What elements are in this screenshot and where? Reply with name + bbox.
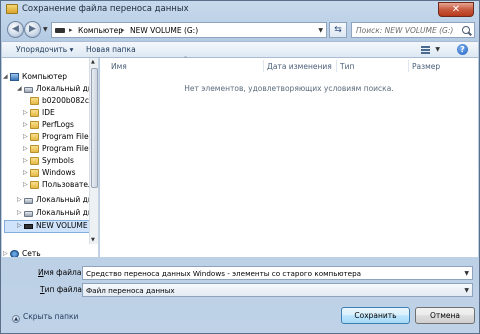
folder-icon: [30, 109, 39, 117]
column-header-name[interactable]: Имя: [111, 62, 127, 71]
title-bar: Сохранение файла переноса данных ✕: [1, 1, 479, 19]
column-divider[interactable]: [336, 60, 337, 72]
collapse-icon[interactable]: ◢: [3, 73, 8, 80]
search-placeholder: Поиск: NEW VOLUME (G:): [356, 26, 454, 35]
close-button[interactable]: ✕: [438, 2, 474, 17]
filename-label-text: мя файла:: [43, 268, 84, 277]
nav-vertical-scrollbar[interactable]: ▲ ▼: [89, 58, 98, 244]
drive-icon: [24, 211, 33, 217]
app-icon: [6, 4, 18, 14]
breadcrumb-computer[interactable]: Компьютер: [78, 26, 123, 35]
drive-icon: [24, 224, 33, 229]
tree-item-label: Symbols: [42, 156, 74, 165]
filetype-label-text: ип файла:: [44, 285, 85, 294]
filename-field[interactable]: Средство переноса данных Windows - элеме…: [82, 266, 473, 280]
expand-icon[interactable]: ▷: [17, 209, 22, 216]
folder-icon: [30, 97, 39, 105]
empty-folder-message: Нет элементов, удовлетворяющих условиям …: [184, 84, 394, 93]
save-button[interactable]: Сохранить: [341, 307, 410, 324]
address-dropdown-icon[interactable]: ▼: [318, 27, 323, 34]
filename-value: Средство переноса данных Windows - элеме…: [86, 269, 362, 278]
hide-folders-button[interactable]: ▲ Скрыть папки: [12, 312, 78, 323]
forward-button[interactable]: ▶: [24, 21, 41, 38]
scrollbar-thumb[interactable]: [91, 68, 98, 188]
folder-icon: [30, 133, 39, 141]
expand-icon[interactable]: ▷: [3, 250, 8, 257]
filetype-select[interactable]: Файл переноса данных ▼: [82, 283, 473, 297]
column-header-date[interactable]: Дата изменения: [267, 62, 332, 71]
filename-dropdown-icon[interactable]: ▼: [464, 270, 469, 277]
breadcrumb-separator-icon[interactable]: ▸: [69, 26, 73, 34]
computer-icon: [10, 73, 19, 81]
column-header-type[interactable]: Тип: [340, 62, 354, 71]
scroll-up-icon[interactable]: ▲: [91, 59, 95, 65]
cancel-button[interactable]: Отмена: [415, 307, 475, 324]
tree-item-label: Windows: [42, 168, 76, 177]
tree-item-label: PerfLogs: [42, 120, 74, 129]
folder-icon: [30, 145, 39, 153]
column-divider[interactable]: [263, 60, 264, 72]
folder-icon: [30, 169, 39, 177]
tree-item-label: IDE: [42, 108, 55, 117]
search-input[interactable]: Поиск: NEW VOLUME (G:): [351, 22, 475, 38]
expand-icon[interactable]: ▷: [23, 157, 28, 164]
recent-pages-dropdown-icon[interactable]: ▼: [43, 26, 48, 33]
breadcrumb-new-volume[interactable]: NEW VOLUME (G:): [130, 26, 198, 35]
file-list-pane[interactable]: ^ Имя Дата изменения Тип Размер Нет элем…: [100, 56, 478, 257]
navigation-bar: ◀ ▶ ▼ ▸ Компьютер ▸ NEW VOLUME (G:) ▼ ⇆ …: [5, 21, 477, 41]
save-dialog-window: Сохранение файла переноса данных ✕ ◀ ▶ ▼…: [0, 0, 480, 334]
address-bar[interactable]: ▸ Компьютер ▸ NEW VOLUME (G:) ▼: [51, 22, 327, 38]
expand-icon[interactable]: ▷: [17, 196, 22, 203]
expand-icon[interactable]: ▷: [23, 145, 28, 152]
filetype-dropdown-icon[interactable]: ▼: [464, 287, 469, 294]
breadcrumb-separator-icon[interactable]: ▸: [121, 26, 125, 34]
expand-icon[interactable]: ▷: [17, 222, 22, 229]
drive-icon: [24, 198, 33, 204]
expand-icon[interactable]: ▷: [23, 181, 28, 188]
folder-icon: [30, 157, 39, 165]
navigation-pane[interactable]: ◢ Компьютер ◢ Локальный диск b0200b082cd…: [2, 58, 99, 257]
filetype-label: Тип файла:: [40, 285, 85, 294]
expand-icon[interactable]: ▷: [23, 121, 28, 128]
chevron-up-icon: ▲: [12, 315, 20, 323]
new-folder-button[interactable]: Новая папка: [86, 45, 136, 54]
change-view-icon[interactable]: [421, 46, 430, 54]
tree-item-label: Сеть: [22, 249, 41, 257]
folder-icon: [30, 181, 39, 189]
view-dropdown-icon[interactable]: ▼: [435, 46, 440, 53]
sort-indicator-icon: ^: [183, 56, 189, 63]
tree-item-label: Локальный дис: [36, 208, 97, 217]
expand-icon[interactable]: ▷: [23, 169, 28, 176]
back-button[interactable]: ◀: [7, 21, 24, 38]
filename-label: Имя файла:: [38, 268, 84, 277]
window-title: Сохранение файла переноса данных: [22, 4, 189, 14]
network-icon: [10, 250, 19, 257]
expand-icon[interactable]: ▷: [23, 133, 28, 140]
scroll-down-icon[interactable]: ▼: [91, 237, 95, 243]
search-icon: [462, 26, 470, 34]
expand-icon[interactable]: ▷: [23, 109, 28, 116]
help-icon[interactable]: ?: [457, 44, 468, 55]
folder-icon: [30, 121, 39, 129]
refresh-button[interactable]: ⇆: [329, 22, 347, 38]
command-bar: Упорядочить ▾ Новая папка ▼ ?: [2, 41, 478, 58]
tree-item-label: Компьютер: [22, 72, 67, 81]
drive-icon: [55, 28, 65, 33]
hide-folders-label: Скрыть папки: [23, 312, 79, 321]
drive-icon: [24, 87, 33, 93]
organize-button[interactable]: Упорядочить ▾: [16, 45, 73, 54]
filetype-value: Файл переноса данных: [86, 286, 175, 295]
column-divider[interactable]: [408, 60, 409, 72]
tree-item-label: Program Files: [42, 132, 93, 141]
collapse-icon[interactable]: ◢: [17, 85, 22, 92]
tree-item-label: Локальный дис: [36, 195, 97, 204]
column-header-size[interactable]: Размер: [412, 62, 440, 71]
